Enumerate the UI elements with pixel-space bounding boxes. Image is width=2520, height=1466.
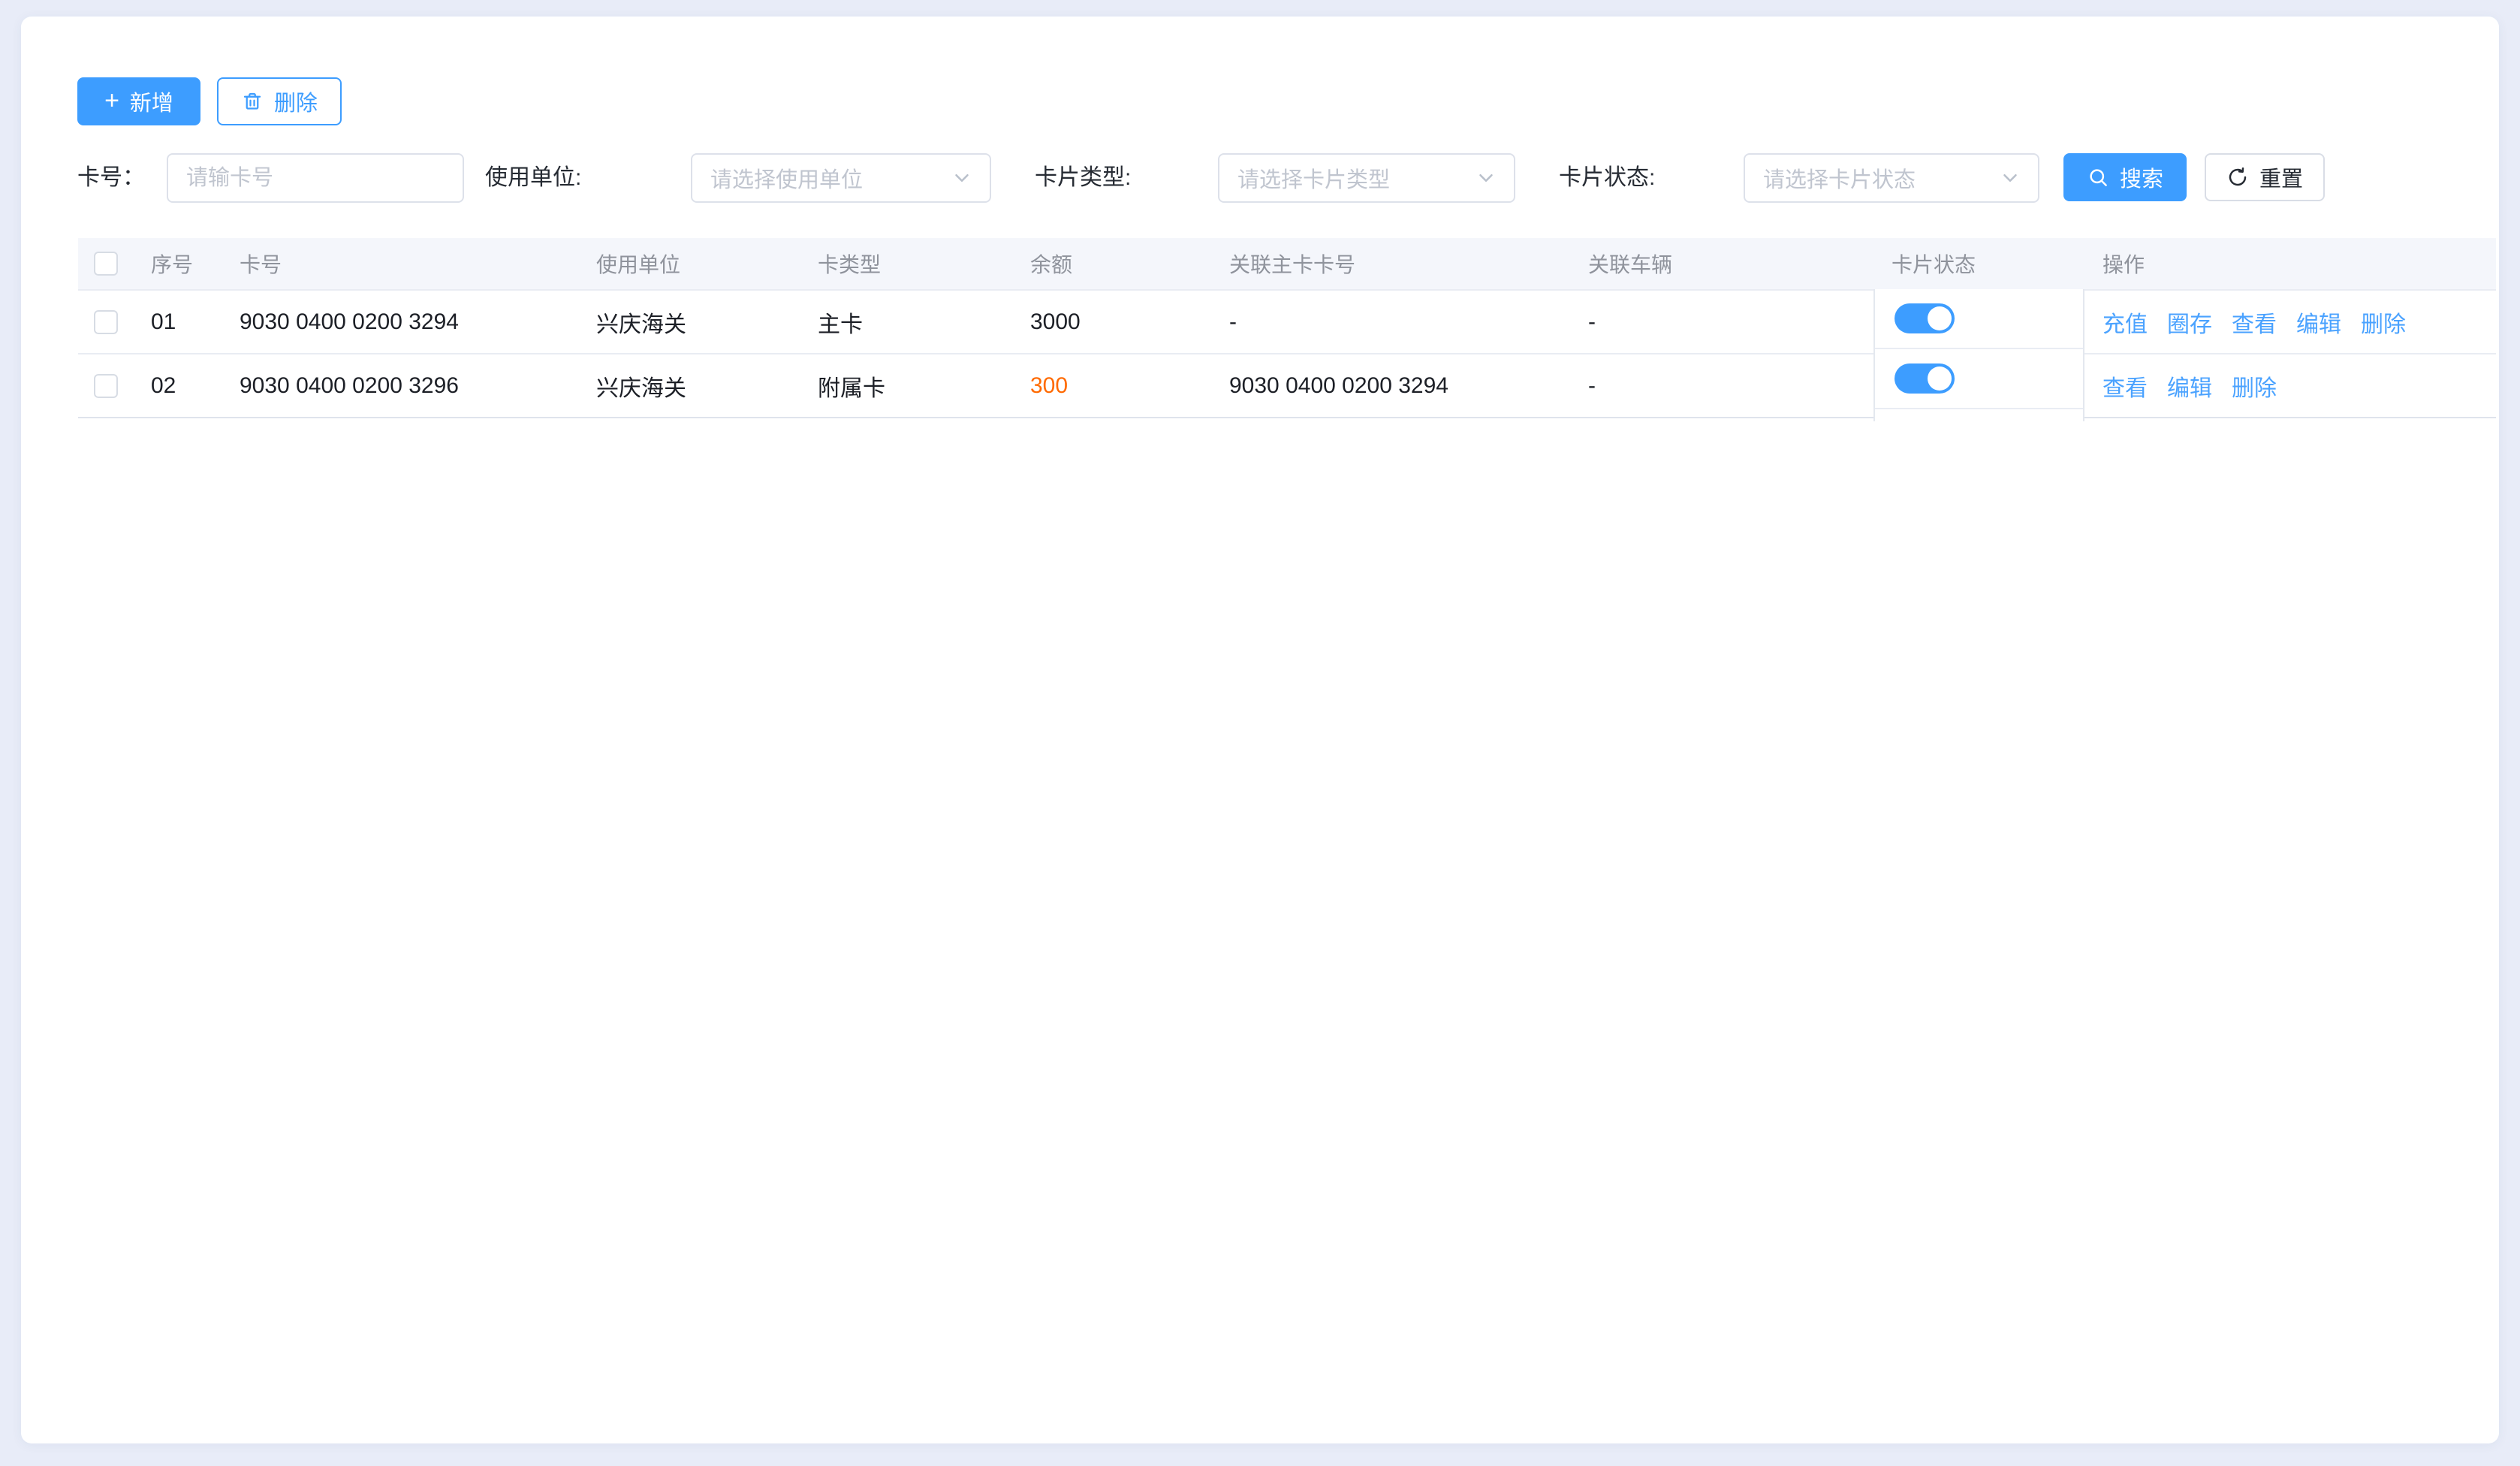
- row-checkbox[interactable]: [94, 374, 118, 398]
- column-header-card-no: 卡号: [222, 249, 578, 279]
- cell-balance: 300: [1012, 373, 1211, 399]
- action-link[interactable]: 编辑: [2296, 306, 2341, 339]
- column-header-status: 卡片状态: [1873, 249, 2084, 279]
- card-no-input[interactable]: [167, 153, 464, 203]
- cell-card-type: 附属卡: [800, 370, 1012, 403]
- cell-index: 01: [133, 309, 222, 335]
- card-status-toggle[interactable]: [1895, 363, 1955, 394]
- action-link[interactable]: 查看: [2103, 370, 2148, 403]
- cell-unit: 兴庆海关: [578, 306, 800, 339]
- action-link[interactable]: 删除: [2361, 306, 2406, 339]
- column-header-balance: 余额: [1012, 249, 1211, 279]
- column-header-unit: 使用单位: [578, 249, 800, 279]
- column-header-index: 序号: [133, 249, 222, 279]
- status-select[interactable]: 请选择卡片状态: [1744, 153, 2039, 203]
- column-header-card-type: 卡类型: [800, 249, 1012, 279]
- action-link[interactable]: 充值: [2103, 306, 2148, 339]
- cell-vehicle: -: [1570, 309, 1873, 335]
- plus-icon: +: [104, 88, 119, 113]
- action-link[interactable]: 圈存: [2167, 306, 2212, 339]
- table-row: 01 9030 0400 0200 3294 兴庆海关 主卡 3000 - - …: [78, 291, 2496, 354]
- table-header: 序号 卡号 使用单位 卡类型 余额 关联主卡卡号 关联车辆 卡片状态 操作: [78, 238, 2496, 291]
- fixed-status-cell: [1875, 289, 2083, 349]
- chevron-down-icon: [1475, 167, 1497, 189]
- reset-button-label: 重置: [2259, 161, 2303, 193]
- search-button-label: 搜索: [2120, 161, 2163, 193]
- cell-actions: 充值圈存查看编辑删除: [2084, 306, 2496, 339]
- cell-actions: 查看编辑删除: [2084, 370, 2496, 403]
- cell-card-type: 主卡: [800, 306, 1012, 339]
- table-row: 02 9030 0400 0200 3296 兴庆海关 附属卡 300 9030…: [78, 354, 2496, 418]
- card-status-toggle[interactable]: [1895, 303, 1955, 333]
- row-checkbox[interactable]: [94, 310, 118, 334]
- action-link[interactable]: 编辑: [2167, 370, 2212, 403]
- fixed-status-column: [1873, 289, 2084, 421]
- add-button-label: 新增: [130, 86, 173, 117]
- table-body: 01 9030 0400 0200 3294 兴庆海关 主卡 3000 - - …: [78, 291, 2496, 418]
- fixed-status-cell: [1875, 349, 2083, 409]
- cell-main-card-no: -: [1211, 309, 1570, 335]
- delete-button[interactable]: 删除: [217, 77, 342, 125]
- trash-icon: [241, 90, 264, 113]
- cell-unit: 兴庆海关: [578, 370, 800, 403]
- card-no-label: 卡号：: [77, 153, 145, 203]
- chevron-down-icon: [1999, 167, 2021, 189]
- column-header-main-card: 关联主卡卡号: [1211, 249, 1570, 279]
- type-select[interactable]: 请选择卡片类型: [1218, 153, 1515, 203]
- column-header-actions: 操作: [2084, 249, 2496, 279]
- search-button[interactable]: 搜索: [2063, 153, 2187, 201]
- page-background: { "colors": { "primary": "#3d9dff", "lin…: [0, 0, 2520, 1466]
- select-all-checkbox[interactable]: [94, 252, 118, 276]
- reset-button[interactable]: 重置: [2205, 153, 2325, 201]
- search-icon: [2087, 166, 2109, 189]
- action-link[interactable]: 查看: [2232, 306, 2277, 339]
- cell-card-no: 9030 0400 0200 3296: [222, 373, 578, 399]
- cards-table: 序号 卡号 使用单位 卡类型 余额 关联主卡卡号 关联车辆 卡片状态 操作 01…: [78, 238, 2496, 418]
- unit-label: 使用单位:: [485, 153, 581, 203]
- cell-card-no: 9030 0400 0200 3294: [222, 309, 578, 335]
- cell-main-card-no: 9030 0400 0200 3294: [1211, 373, 1570, 399]
- cell-balance: 3000: [1012, 309, 1211, 335]
- delete-button-label: 删除: [274, 86, 318, 117]
- cell-index: 02: [133, 373, 222, 399]
- status-label: 卡片状态:: [1559, 153, 1655, 203]
- unit-select[interactable]: 请选择使用单位: [691, 153, 991, 203]
- column-header-vehicle: 关联车辆: [1570, 249, 1873, 279]
- add-button[interactable]: + 新增: [77, 77, 200, 125]
- status-select-placeholder: 请选择卡片状态: [1763, 162, 1916, 194]
- unit-select-placeholder: 请选择使用单位: [710, 162, 863, 194]
- type-label: 卡片类型:: [1035, 153, 1131, 203]
- cell-vehicle: -: [1570, 373, 1873, 399]
- chevron-down-icon: [951, 167, 973, 189]
- content-card: + 新增 删除 卡号： 使用单位: 请选择使用单位 卡片类型: 请选择卡片类型 …: [21, 17, 2499, 1443]
- action-link[interactable]: 删除: [2232, 370, 2277, 403]
- reset-undo-icon: [2226, 166, 2249, 189]
- type-select-placeholder: 请选择卡片类型: [1237, 162, 1390, 194]
